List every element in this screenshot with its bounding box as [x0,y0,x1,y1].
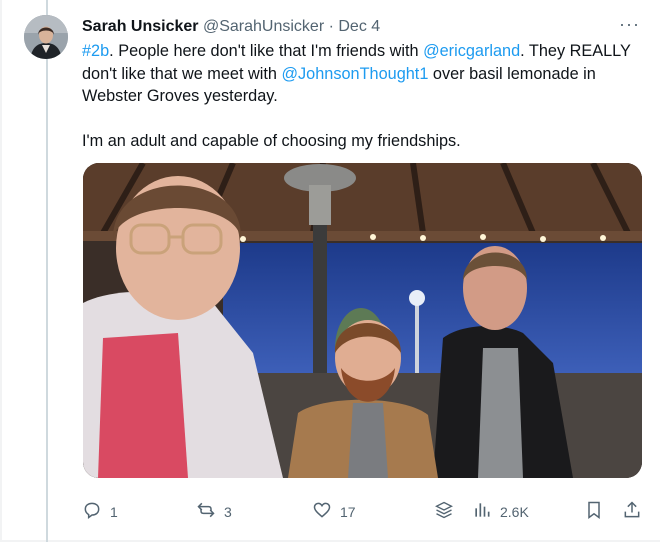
thread-line [46,0,48,542]
like-count: 17 [340,503,356,520]
repost-count: 3 [224,503,232,520]
like-button[interactable]: 17 [312,500,356,523]
reply-count: 1 [110,503,118,520]
author-name[interactable]: Sarah Unsicker [82,18,199,35]
tweet-text: #2b. People here don't like that I'm fri… [82,40,642,152]
like-icon [312,500,332,523]
reply-icon [82,500,102,523]
hashtag-link[interactable]: #2b [82,42,109,60]
share-icon [622,500,642,523]
tweet-photo[interactable] [83,163,642,478]
tweet-paragraph-2: I'm an adult and capable of choosing my … [82,131,461,150]
tweet-date[interactable]: Dec 4 [338,18,380,35]
separator-dot: · [328,18,334,35]
action-bar: 1 3 17 2.6K [82,498,642,526]
bookmark-button[interactable] [584,500,604,523]
repost-button[interactable]: 3 [196,500,232,523]
tweet-paragraph-1: #2b. People here don't like that I'm fri… [82,40,642,108]
mention-link[interactable]: @ericgarland [423,42,520,60]
views-icon [472,500,492,523]
avatar[interactable] [24,15,68,59]
share-button[interactable] [622,500,642,523]
text-segment: . People here don't like that I'm friend… [109,42,424,60]
stack-icon [434,500,454,523]
bookmark-icon [584,500,604,523]
mention-link[interactable]: @JohnsonThought1 [282,65,429,83]
views-count: 2.6K [500,503,529,520]
tweet-header: Sarah Unsicker @SarahUnsicker · Dec 4 [82,17,640,37]
author-handle[interactable]: @SarahUnsicker [203,18,324,35]
stack-button[interactable] [434,500,454,523]
repost-icon [196,500,216,523]
more-icon[interactable]: ··· [619,14,640,35]
reply-button[interactable]: 1 [82,500,118,523]
views-button[interactable]: 2.6K [472,500,529,523]
tweet-card[interactable]: Sarah Unsicker @SarahUnsicker · Dec 4 ··… [2,0,660,542]
